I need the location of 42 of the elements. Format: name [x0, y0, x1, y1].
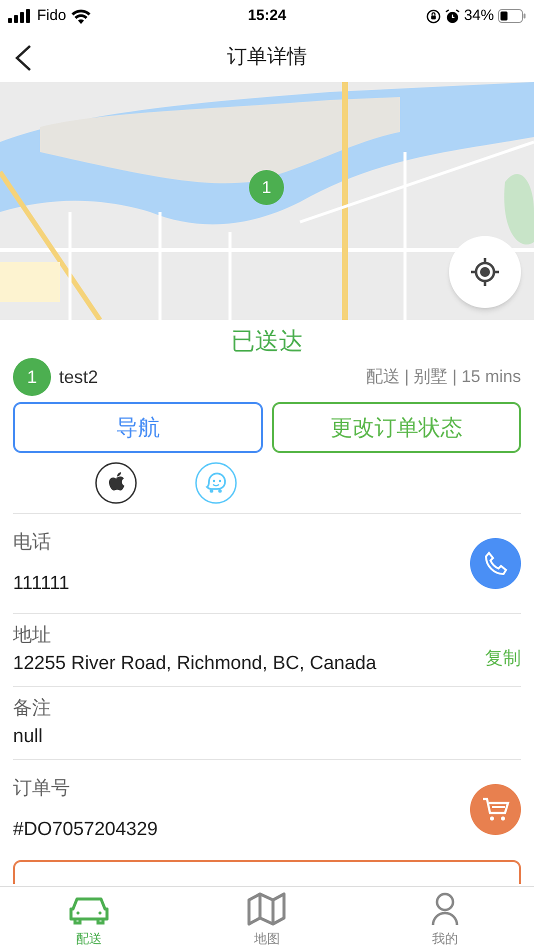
tab[interactable]: 我的: [356, 887, 534, 950]
apple-maps-icon[interactable]: [95, 462, 137, 504]
tab-label: 配送: [76, 930, 102, 948]
add-note-button[interactable]: [13, 860, 521, 884]
locate-icon: [470, 257, 500, 287]
back-icon[interactable]: [14, 44, 32, 72]
wifi-icon: [71, 8, 92, 24]
customer-name: test2: [59, 366, 98, 388]
change-status-button[interactable]: 更改订单状态: [272, 402, 521, 453]
copy-link[interactable]: 复制: [485, 645, 521, 672]
field-label: 订单号: [13, 777, 71, 801]
cart-button[interactable]: [470, 784, 521, 835]
person-icon: [431, 892, 459, 926]
rotation-lock-icon: [426, 8, 441, 24]
waze-icon[interactable]: [195, 462, 237, 504]
field-value: 111111: [13, 572, 70, 596]
field-label: 电话: [13, 531, 52, 555]
field-value: null: [13, 725, 44, 749]
field-value: 12255 River Road, Richmond, BC, Canada: [13, 652, 376, 676]
battery-percent: 34%: [464, 6, 494, 26]
signal-icon: [8, 9, 32, 23]
car-icon: [69, 896, 109, 926]
clock-time: 15:24: [248, 6, 286, 26]
tab[interactable]: 地图: [178, 887, 356, 950]
tab-label: 地图: [254, 930, 280, 948]
navigate-button[interactable]: 导航: [13, 402, 262, 453]
alarm-clock-icon: [444, 8, 460, 24]
folded-map-icon: [247, 892, 287, 926]
order-meta: 配送 | 别墅 | 15 mins: [366, 366, 521, 388]
order-status: 已送达: [231, 330, 303, 354]
field-label: 备注: [13, 696, 51, 720]
field-label: 地址: [13, 624, 52, 648]
tab[interactable]: 配送: [0, 887, 178, 950]
tab-label: 我的: [432, 930, 458, 948]
carrier-name: Fido: [37, 6, 66, 26]
battery-icon: [498, 9, 526, 23]
order-index-badge: 1: [13, 358, 51, 396]
field-value: #DO7057204329: [13, 818, 158, 842]
call-button[interactable]: [470, 538, 521, 589]
page-title: 订单详情: [227, 45, 307, 70]
cart-icon: [482, 796, 510, 822]
phone-icon: [482, 550, 508, 576]
